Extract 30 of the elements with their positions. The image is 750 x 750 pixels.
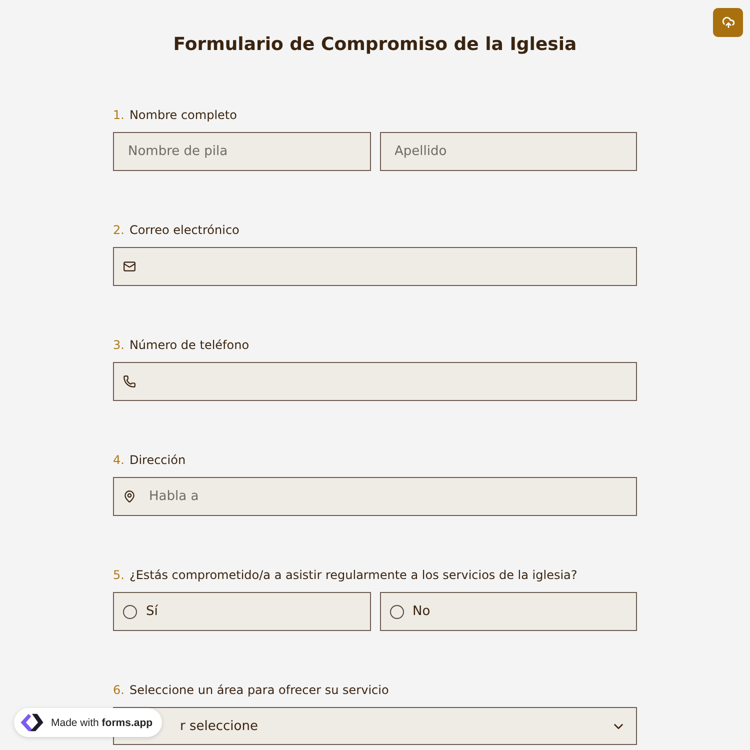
question-label: ¿Estás comprometido/a a asistir regularmente a los servicios de la iglesia? (129, 567, 578, 584)
made-with-badge[interactable]: Made with forms.app (14, 708, 162, 737)
radio-option[interactable]: Sí (113, 592, 370, 631)
email-field[interactable] (113, 247, 637, 286)
question-number: 4. (113, 452, 124, 469)
question-label: Correo electrónico (129, 222, 240, 239)
text-input[interactable]: Apellido (380, 132, 637, 171)
phone-icon (123, 375, 136, 388)
radio-option[interactable]: No (380, 592, 637, 631)
question-label: Número de teléfono (129, 337, 250, 354)
question-label: Dirección (129, 452, 186, 469)
address-field[interactable]: Habla a (113, 477, 637, 516)
map-pin-icon (123, 490, 136, 503)
phone-field[interactable] (113, 362, 637, 401)
question-number: 3. (113, 337, 124, 354)
select-value: r seleccione (180, 718, 258, 734)
text-input[interactable]: Nombre de pila (113, 132, 370, 171)
envelope-icon (123, 260, 136, 273)
radio-circle[interactable] (123, 604, 137, 618)
cloud-upload-icon (722, 16, 734, 29)
question-number: 5. (113, 567, 124, 584)
question-number: 1. (113, 107, 124, 124)
question-number: 6. (113, 682, 124, 699)
upload-button[interactable] (713, 8, 743, 37)
question-label: Seleccione un área para ofrecer su servicio (129, 682, 389, 699)
form-title: Formulario de Compromiso de la Iglesia (172, 33, 578, 57)
logo-icon (19, 712, 45, 733)
radio-circle[interactable] (390, 604, 404, 618)
question-number: 2. (113, 222, 124, 239)
question-label: Nombre completo (129, 107, 237, 124)
